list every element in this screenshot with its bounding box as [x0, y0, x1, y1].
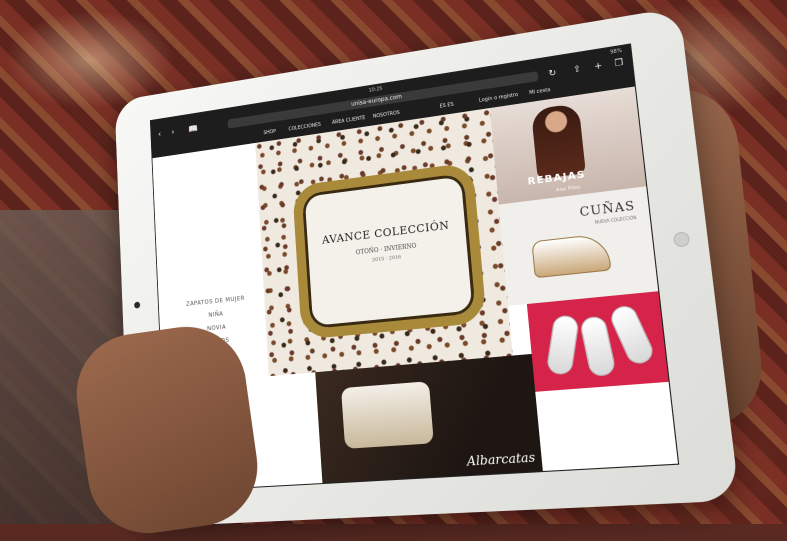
home-button[interactable]	[672, 231, 691, 248]
chevron-right-icon[interactable]: ›	[171, 128, 174, 137]
language-selector[interactable]: ES ES	[439, 102, 453, 110]
share-icon[interactable]: ⇧	[573, 64, 582, 75]
left-hand	[68, 319, 266, 541]
nav-nosotros[interactable]: NOSOTROS	[373, 110, 400, 120]
chevron-left-icon[interactable]: ‹	[158, 130, 161, 139]
battery-status: 98%	[609, 47, 623, 56]
login-link[interactable]: Login o registro	[479, 92, 519, 104]
book-icon[interactable]: 📖	[188, 124, 198, 134]
model-photo	[530, 102, 586, 180]
rebajas-sub: Ana Vilas	[555, 184, 581, 194]
shoe-photo	[545, 313, 580, 377]
cunas-tile[interactable]: CUÑAS NUEVA COLECCIÓN	[498, 186, 659, 306]
shoes-red-tile[interactable]	[526, 291, 669, 392]
plus-icon[interactable]: +	[594, 61, 603, 72]
rebajas-tile[interactable]: REBAJAS Ana Vilas	[489, 86, 647, 205]
menu-item-zapatos-mujer[interactable]: ZAPATOS DE MUJER	[176, 294, 255, 309]
wedge-sandal-photo	[531, 232, 612, 279]
menu-item-nina[interactable]: NIÑA	[177, 307, 257, 322]
espadrille-photo	[341, 381, 434, 449]
shoe-photo	[578, 314, 617, 379]
nav-colecciones[interactable]: COLECCIONES	[288, 122, 321, 132]
front-camera	[134, 301, 141, 309]
shoe-photo	[607, 302, 657, 368]
albarcatas-label: Albarcatas	[466, 449, 536, 469]
hero-banner[interactable]: AVANCE COLECCIÓN OTOÑO · INVIERNO 2015 ·…	[255, 108, 513, 377]
albarcatas-tile[interactable]: Albarcatas	[315, 353, 543, 484]
nav-shop[interactable]: SHOP	[263, 129, 276, 136]
cart-link[interactable]: Mi cesta	[529, 87, 551, 96]
nav-area-cliente[interactable]: ÁREA CLIENTE	[332, 115, 366, 126]
ornamental-frame: AVANCE COLECCIÓN OTOÑO · INVIERNO 2015 ·…	[292, 161, 487, 340]
reload-icon[interactable]: ↻	[548, 68, 557, 79]
tabs-icon[interactable]: ❐	[614, 58, 624, 69]
